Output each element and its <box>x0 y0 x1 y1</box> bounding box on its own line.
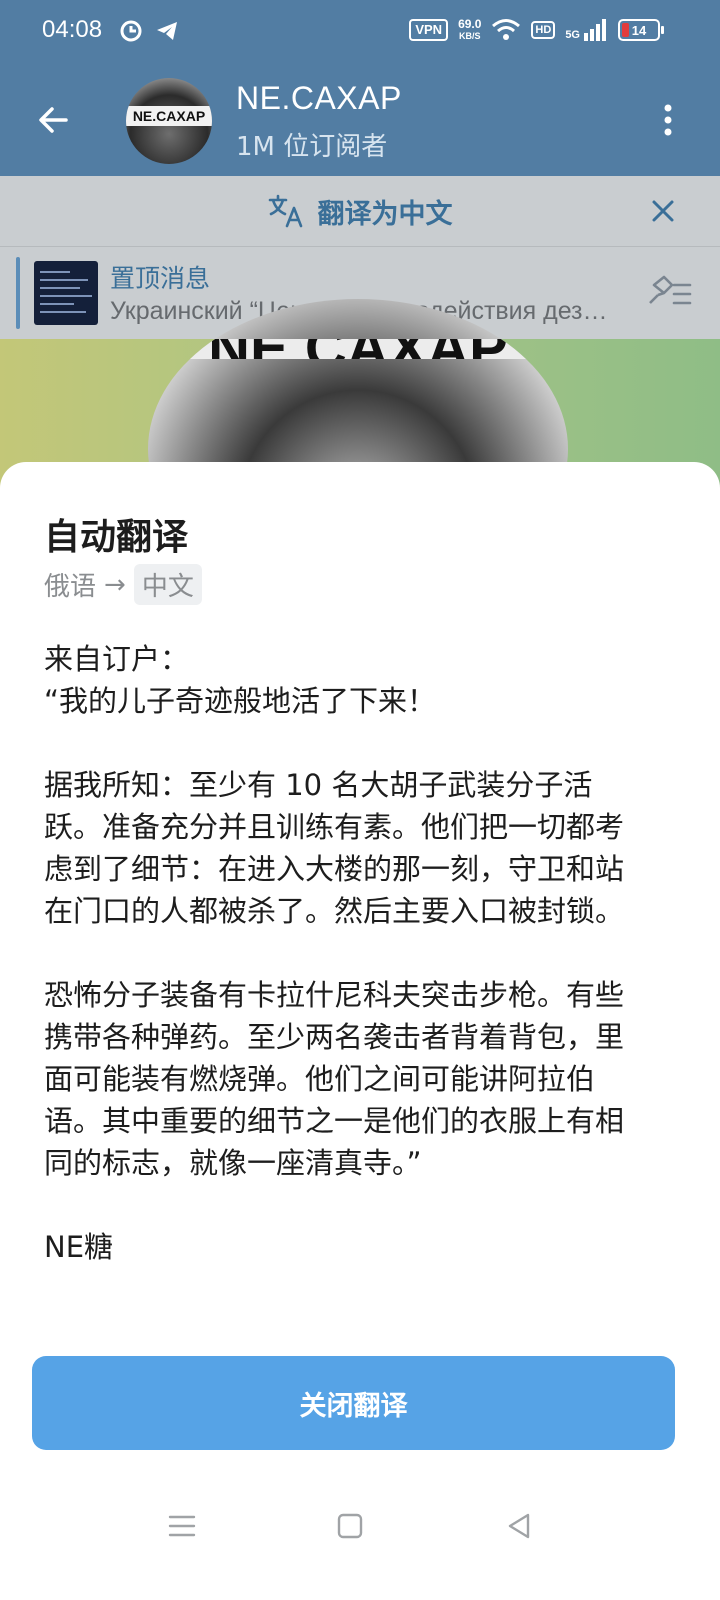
pin-list-icon[interactable] <box>644 273 694 313</box>
vpn-badge: VPN <box>409 19 449 41</box>
battery-icon: 14 <box>618 19 664 41</box>
network-speed-value: 69.0 <box>458 17 482 31</box>
pinned-indicator-line <box>16 257 20 329</box>
more-vertical-icon[interactable] <box>656 100 680 140</box>
arrow-right-icon: → <box>104 569 126 600</box>
pinned-title: 置顶消息 <box>110 264 211 293</box>
channel-avatar[interactable]: NE.CAXAP <box>126 78 212 164</box>
sync-app-icon <box>120 20 142 42</box>
network-speed: 69.0 KB/S <box>458 18 481 42</box>
back-triangle-icon[interactable] <box>500 1506 540 1546</box>
status-app-icons <box>118 18 180 44</box>
translate-action[interactable]: 翻译为中文 <box>0 176 720 246</box>
source-language: 俄语 <box>44 572 97 602</box>
telegram-channel-screen: 04:08 VPN 69.0 KB/S HD 5G 14 NE.CAXAP NE… <box>0 0 720 1600</box>
auto-translate-sheet: 自动翻译 俄语 → 中文 来自订户： “我的儿子奇迹般地活了下来！ 据我所知：至… <box>0 462 720 1600</box>
system-nav-bar <box>0 1490 720 1600</box>
translate-bar: 翻译为中文 <box>0 176 720 247</box>
hd-badge: HD <box>531 21 556 39</box>
translated-text: 来自订户： “我的儿子奇迹般地活了下来！ 据我所知：至少有 10 名大胡子武装分… <box>44 642 625 1264</box>
status-indicators: VPN 69.0 KB/S HD 5G 14 <box>409 18 664 42</box>
close-icon[interactable] <box>646 194 680 228</box>
wifi-icon <box>492 19 521 40</box>
close-translation-button[interactable]: 关闭翻译 <box>32 1356 675 1450</box>
signal-type: 5G <box>565 29 580 41</box>
target-language[interactable]: 中文 <box>133 564 202 605</box>
translate-label: 翻译为中文 <box>317 198 453 230</box>
back-arrow-icon[interactable] <box>30 96 78 144</box>
sheet-title: 自动翻译 <box>44 517 189 558</box>
battery-level: 14 <box>631 22 647 38</box>
menu-lines-icon[interactable] <box>162 1506 202 1546</box>
signal-indicator: 5G <box>565 19 608 41</box>
pinned-thumbnail <box>34 261 98 325</box>
channel-header: NE.CAXAP NE.CAXAP 1M 位订阅者 <box>0 66 720 176</box>
home-square-icon[interactable] <box>330 1506 370 1546</box>
signal-bars-icon <box>584 19 606 41</box>
photo-logo-text: NE.CAXAP <box>148 339 568 359</box>
language-pair: 俄语 → 中文 <box>44 564 202 605</box>
status-bar: 04:08 VPN 69.0 KB/S HD 5G 14 <box>0 0 720 66</box>
status-time: 04:08 <box>42 16 103 43</box>
translate-icon <box>268 194 302 228</box>
telegram-app-icon <box>157 22 177 40</box>
network-speed-unit: KB/S <box>458 31 481 41</box>
channel-title[interactable]: NE.CAXAP <box>236 80 402 117</box>
avatar-logo-text: NE.CAXAP <box>126 106 212 126</box>
subscriber-count: 1M 位订阅者 <box>236 132 388 162</box>
